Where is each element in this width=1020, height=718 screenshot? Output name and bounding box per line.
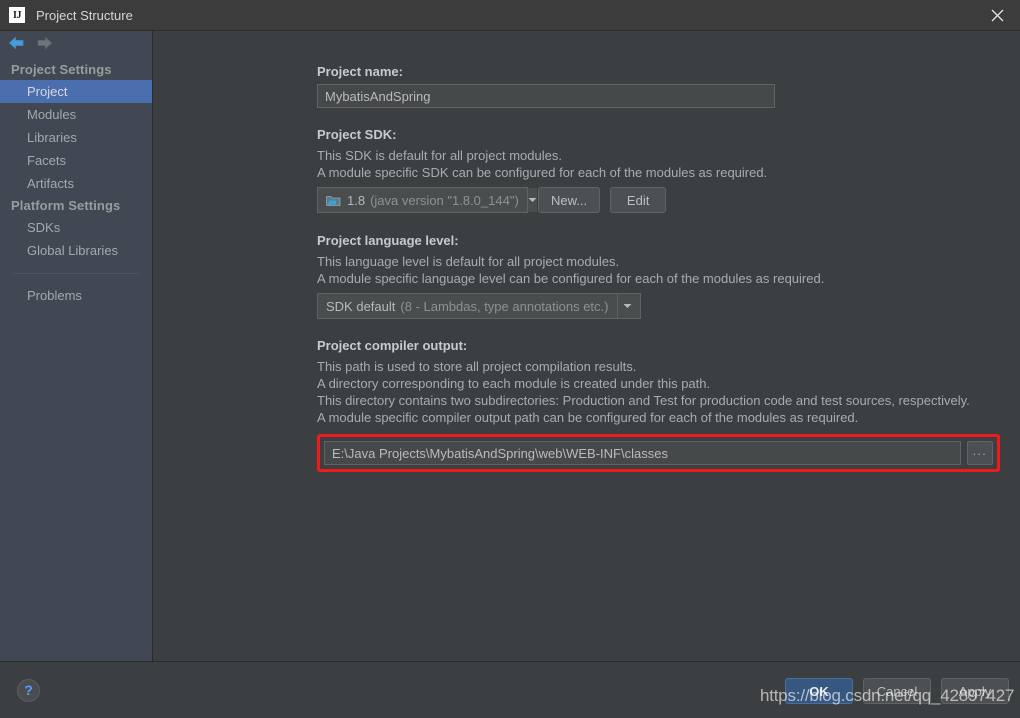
language-level-controls: SDK default (8 - Lambdas, type annotatio… (317, 293, 1020, 319)
sidebar-item-facets[interactable]: Facets (0, 149, 152, 172)
apply-button[interactable]: Apply (941, 678, 1009, 704)
ok-button[interactable]: OK (785, 678, 853, 704)
project-sdk-java-version: (java version "1.8.0_144") (370, 192, 519, 208)
chevron-down-icon[interactable] (526, 188, 537, 212)
sidebar-group-platform-settings: Platform Settings (11, 198, 121, 213)
sidebar-group-project-settings: Project Settings (11, 62, 112, 77)
sidebar-item-libraries[interactable]: Libraries (0, 126, 152, 149)
sidebar: Project Settings Project Modules Librari… (0, 31, 153, 661)
title-bar: IJ Project Structure (0, 0, 1020, 31)
arrow-right-icon[interactable] (36, 36, 53, 55)
project-sdk-label: Project SDK: (317, 127, 397, 142)
footer-buttons: OK Cancel Apply (785, 678, 1009, 704)
sidebar-item-modules[interactable]: Modules (0, 103, 152, 126)
window-title: Project Structure (36, 7, 133, 23)
project-sdk-controls: 1.8 (java version "1.8.0_144") New... Ed… (317, 187, 1020, 213)
sdk-edit-button[interactable]: Edit (610, 187, 667, 213)
project-sdk-version: 1.8 (347, 192, 366, 208)
language-level-dropdown[interactable]: SDK default (8 - Lambdas, type annotatio… (317, 293, 641, 319)
language-level-section: Project language level: This language le… (317, 233, 1020, 319)
sidebar-item-global-libraries[interactable]: Global Libraries (0, 239, 152, 262)
project-sdk-dropdown[interactable]: 1.8 (java version "1.8.0_144") (317, 187, 537, 213)
project-sdk-desc-line-2: A module specific SDK can be configured … (317, 165, 768, 180)
arrow-left-icon[interactable] (8, 36, 25, 55)
compiler-output-section: Project compiler output: This path is us… (317, 338, 1020, 472)
compiler-output-desc-line-4: A module specific compiler output path c… (317, 410, 859, 425)
sdk-folder-icon (326, 194, 341, 207)
sidebar-item-project[interactable]: Project (0, 80, 152, 103)
language-level-secondary: (8 - Lambdas, type annotations etc.) (400, 298, 609, 314)
project-name-input[interactable]: MybatisAndSpring (317, 84, 775, 108)
intellij-logo-icon: IJ (9, 7, 25, 23)
project-name-section: Project name: MybatisAndSpring (317, 64, 1020, 108)
close-icon[interactable] (974, 0, 1020, 31)
sidebar-item-problems[interactable]: Problems (0, 284, 152, 307)
compiler-output-input[interactable]: E:\Java Projects\MybatisAndSpring\web\WE… (324, 441, 961, 465)
sidebar-item-sdks[interactable]: SDKs (0, 216, 152, 239)
sidebar-divider (14, 273, 138, 274)
language-level-value: SDK default (8 - Lambdas, type annotatio… (318, 294, 617, 318)
compiler-output-highlight: E:\Java Projects\MybatisAndSpring\web\WE… (317, 434, 1000, 472)
language-level-desc-line-1: This language level is default for all p… (317, 254, 620, 269)
language-level-primary: SDK default (326, 298, 396, 314)
cancel-button[interactable]: Cancel (863, 678, 931, 704)
project-structure-dialog: IJ Project Structure Project Settings Pr… (0, 0, 1020, 718)
project-sdk-section: Project SDK: This SDK is default for all… (317, 127, 1020, 213)
dialog-body: Project Settings Project Modules Librari… (0, 31, 1020, 661)
sdk-new-button[interactable]: New... (538, 187, 601, 213)
dialog-footer: ? OK Cancel Apply (0, 661, 1020, 718)
project-sdk-desc-line-1: This SDK is default for all project modu… (317, 148, 562, 163)
main-panel: Project name: MybatisAndSpring Project S… (153, 31, 1020, 661)
sidebar-item-artifacts[interactable]: Artifacts (0, 172, 152, 195)
compiler-output-browse-button[interactable]: ... (967, 441, 993, 465)
compiler-output-desc-line-2: A directory corresponding to each module… (317, 376, 711, 391)
compiler-output-desc-line-3: This directory contains two subdirectori… (317, 393, 970, 408)
project-sdk-value: 1.8 (java version "1.8.0_144") (318, 188, 527, 212)
language-level-label: Project language level: (317, 233, 459, 248)
compiler-output-desc-line-1: This path is used to store all project c… (317, 359, 637, 374)
compiler-output-label: Project compiler output: (317, 338, 468, 353)
sidebar-navigation (0, 31, 152, 59)
question-mark-icon[interactable]: ? (17, 678, 40, 702)
language-level-desc-line-2: A module specific language level can be … (317, 271, 825, 286)
chevron-down-icon[interactable] (616, 294, 638, 318)
project-name-label: Project name: (317, 64, 403, 79)
